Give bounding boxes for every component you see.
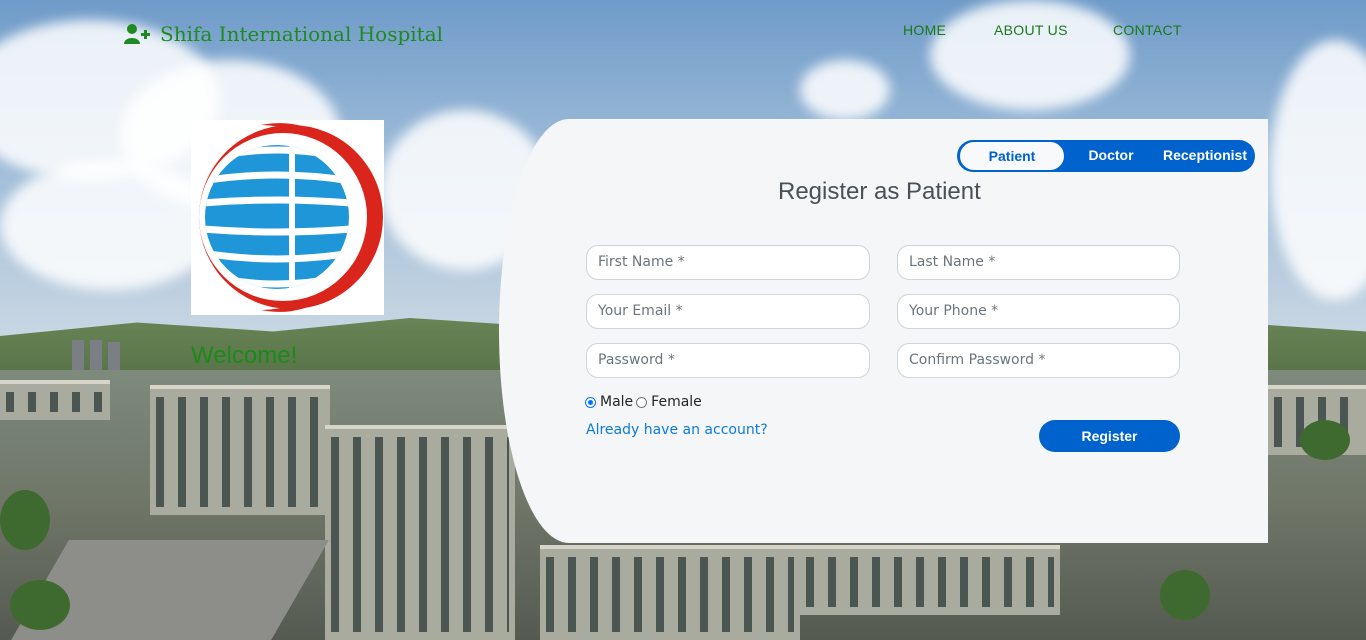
tab-receptionist[interactable]: Receptionist (1155, 140, 1255, 172)
globe-crescent-logo-icon (199, 123, 383, 312)
form-title: Register as Patient (778, 178, 981, 205)
nav-home-link[interactable]: HOME (903, 22, 946, 38)
register-button[interactable]: Register (1039, 420, 1180, 452)
first-name-input[interactable]: First Name * (586, 245, 870, 280)
user-plus-icon (124, 23, 150, 45)
gender-female-option[interactable]: Female (636, 394, 702, 410)
tree (1300, 420, 1350, 460)
nav-about-link[interactable]: ABOUT US (994, 22, 1068, 38)
building (540, 545, 800, 640)
brand[interactable]: Shifa International Hospital (124, 22, 443, 46)
cloud (0, 160, 220, 290)
tree (1160, 570, 1210, 620)
phone-input[interactable]: Your Phone * (897, 294, 1180, 329)
building (150, 385, 330, 515)
tree (10, 580, 70, 630)
tree (0, 490, 50, 550)
top-navbar: Shifa International Hospital HOME ABOUT … (0, 0, 1366, 70)
gender-radio-group: Male Female (585, 394, 705, 410)
register-card: Patient Doctor Receptionist Register as … (499, 119, 1268, 543)
role-tabs: Patient Doctor Receptionist (957, 140, 1255, 172)
female-label: Female (651, 394, 702, 410)
gender-male-option[interactable]: Male (585, 394, 633, 410)
building (0, 380, 110, 420)
confirm-password-input[interactable]: Confirm Password * (897, 343, 1180, 378)
hospital-logo (191, 120, 384, 315)
building (325, 425, 515, 640)
last-name-input[interactable]: Last Name * (897, 245, 1180, 280)
password-input[interactable]: Password * (586, 343, 870, 378)
male-label: Male (600, 394, 634, 410)
email-input[interactable]: Your Email * (586, 294, 870, 329)
tab-patient[interactable]: Patient (959, 141, 1065, 171)
brand-name: Shifa International Hospital (160, 22, 444, 46)
building (800, 545, 1060, 615)
male-radio[interactable] (585, 396, 596, 408)
nav-contact-link[interactable]: CONTACT (1113, 22, 1182, 38)
tab-doctor[interactable]: Doctor (1067, 140, 1155, 172)
welcome-heading: Welcome! (191, 342, 298, 369)
login-link[interactable]: Already have an account? (586, 422, 768, 438)
female-radio[interactable] (636, 396, 648, 408)
